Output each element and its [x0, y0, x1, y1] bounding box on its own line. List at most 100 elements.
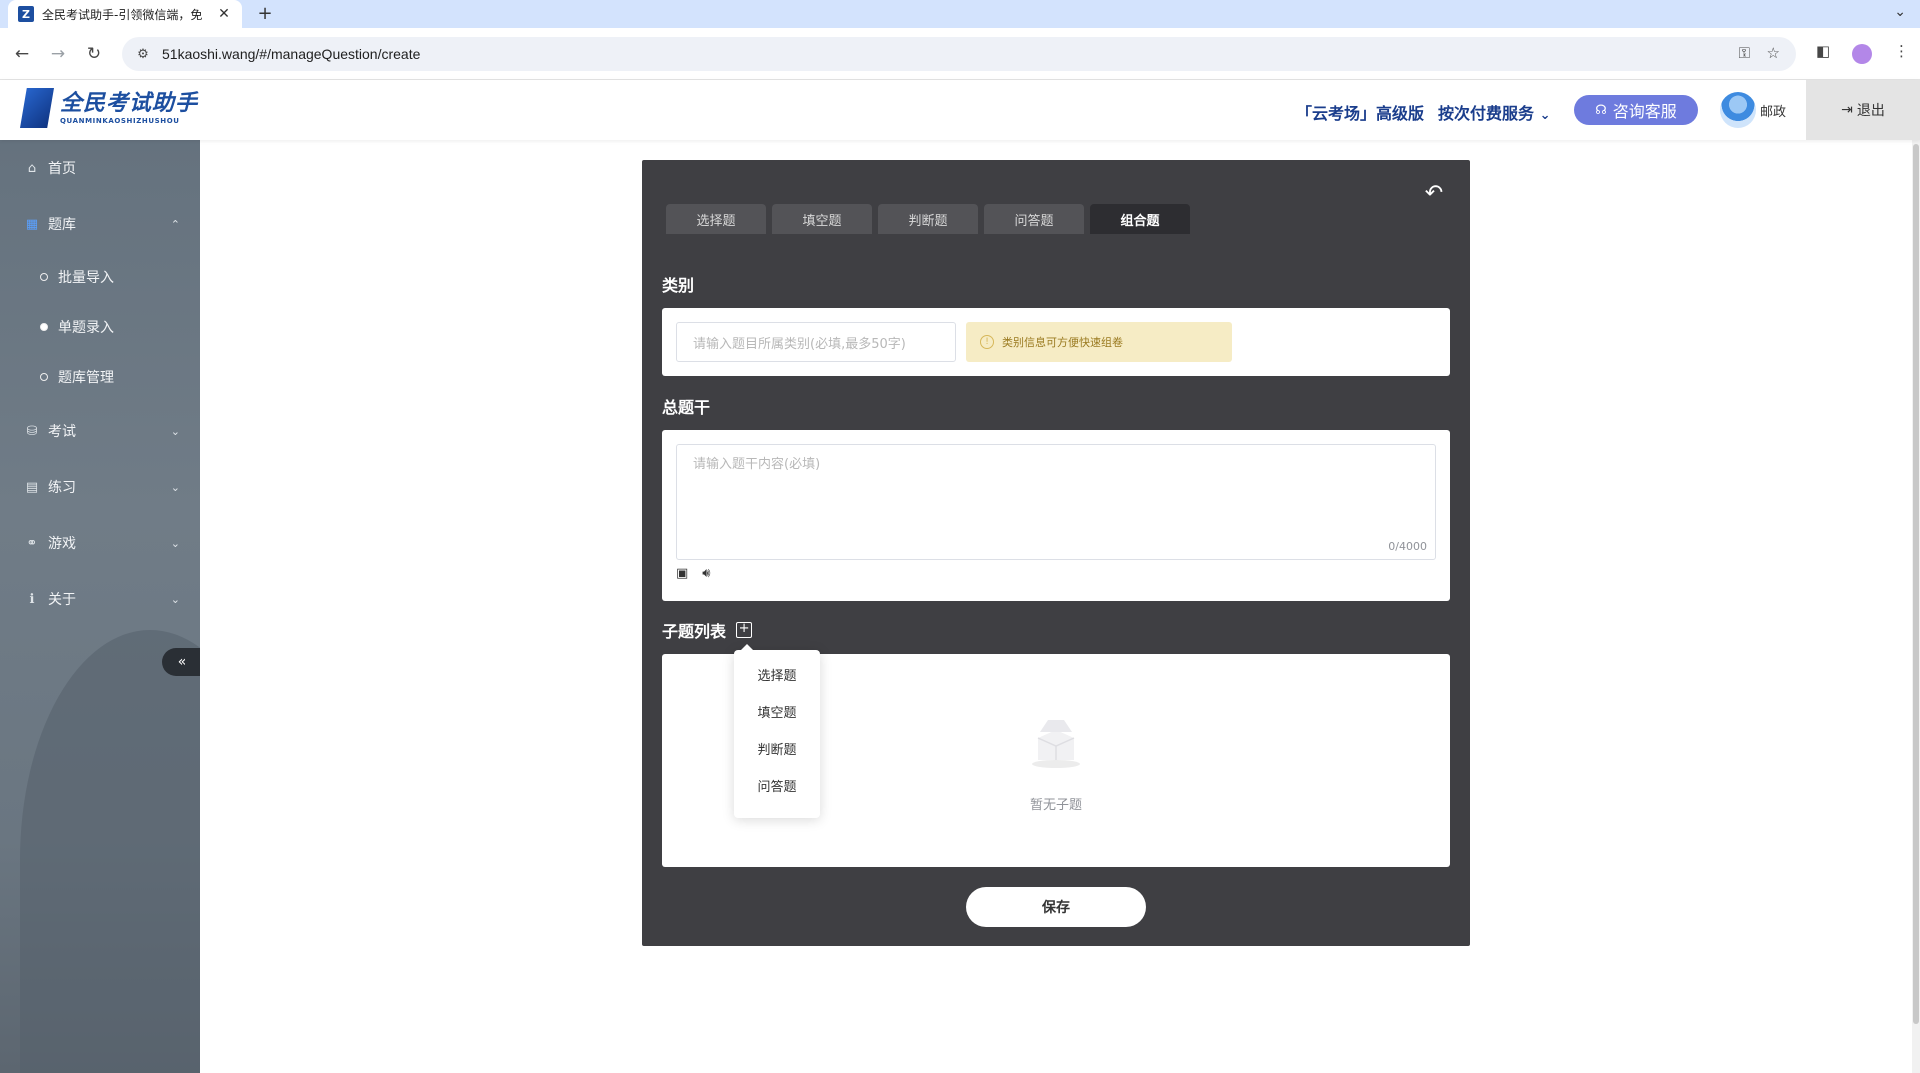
pay-service-label: 按次付费服务 [1438, 104, 1535, 123]
sidebar: ⌂ 首页 ▦ 题库 ⌃ 批量导入 单题录入 题库管理 ⛁ 考试 ⌄ ▤ 练习 ⌄… [0, 140, 200, 1073]
menu-item-fill-blank[interactable]: 填空题 [734, 693, 820, 730]
tab-fill-blank[interactable]: 填空题 [772, 204, 872, 234]
sidebar-collapse-button[interactable]: « [162, 648, 200, 676]
bookmark-star-icon[interactable]: ☆ [1767, 44, 1780, 62]
gamepad-icon: ⚭ [26, 535, 38, 551]
url-text[interactable]: 51kaoshi.wang/#/manageQuestion/create [162, 46, 420, 62]
sidebar-subitem-bank-manage[interactable]: 题库管理 [0, 359, 200, 395]
menu-item-choice[interactable]: 选择题 [734, 656, 820, 693]
back-icon[interactable]: ← [10, 42, 34, 66]
category-card: 请输入题目所属类别(必填,最多50字) ! 类别信息可方便快速组卷 [662, 308, 1450, 376]
sidebar-item-practice[interactable]: ▤ 练习 ⌄ [0, 467, 200, 507]
book-icon: ▤ [25, 479, 39, 495]
sidebar-item-question-bank[interactable]: ▦ 题库 ⌃ [0, 204, 200, 244]
chevron-down-icon: ⌄ [170, 536, 180, 550]
stem-title: 总题干 [662, 398, 711, 417]
empty-box-icon [1032, 720, 1080, 768]
sidebar-subitem-label: 批量导入 [58, 270, 114, 286]
sidebar-item-label: 考试 [48, 424, 76, 440]
sidebar-item-exam[interactable]: ⛁ 考试 ⌄ [0, 411, 200, 451]
logout-icon: ⇥ [1841, 102, 1853, 118]
sidebar-item-label: 首页 [48, 161, 76, 177]
mountain-background [20, 630, 200, 1073]
password-key-icon[interactable]: ⚿ [1739, 44, 1750, 62]
sidebar-item-label: 题库 [48, 217, 76, 233]
logo-subtitle: QUANMINKAOSHIZHUSHOU [60, 117, 180, 125]
logo-title: 全民考试助手 [60, 91, 199, 116]
browser-menu-icon[interactable]: ⋮ [1894, 42, 1909, 60]
headset-icon: ☊ [1595, 102, 1607, 118]
reload-icon[interactable]: ↻ [82, 42, 106, 66]
category-tip: ! 类别信息可方便快速组卷 [966, 322, 1232, 362]
browser-tab-title: 全民考试助手-引领微信端，免 [42, 7, 203, 22]
page-scrollbar[interactable] [1912, 140, 1920, 1073]
question-type-tabs: 选择题 填空题 判断题 问答题 组合题 [666, 204, 1190, 234]
consult-service-button[interactable]: ☊ 咨询客服 [1574, 95, 1698, 125]
sidebar-item-home[interactable]: ⌂ 首页 [0, 148, 200, 188]
graduation-cap-icon: ⛁ [26, 423, 38, 439]
sub-question-header: 子题列表 + [662, 618, 753, 642]
tab-true-false[interactable]: 判断题 [878, 204, 978, 234]
app-logo[interactable]: 全民考试助手 QUANMINKAOSHIZHUSHOU [20, 88, 198, 128]
add-sub-question-menu: 选择题 填空题 判断题 问答题 [734, 644, 820, 818]
sidebar-item-label: 练习 [48, 480, 76, 496]
stem-card: 请输入题干内容(必填) 0/4000 ▣ 🔊︎ [662, 430, 1450, 601]
info-circle-icon: ! [980, 335, 994, 349]
audio-upload-icon[interactable]: 🔊︎ [702, 566, 710, 581]
app-header: 全民考试助手 QUANMINKAOSHIZHUSHOU 「云考场」高级版 按次付… [0, 80, 1920, 140]
chevron-down-icon: ⌄ [1539, 108, 1551, 123]
browser-tab[interactable]: Z 全民考试助手-引领微信端，免 ✕ [8, 0, 242, 28]
browser-tab-strip: Z 全民考试助手-引领微信端，免 ✕ + ⌄ [0, 0, 1920, 28]
user-name[interactable]: 邮政 [1760, 101, 1786, 120]
close-tab-icon[interactable]: ✕ [216, 6, 232, 22]
sidebar-subitem-label: 题库管理 [58, 370, 114, 386]
tab-search-icon[interactable]: ⌄ [1894, 4, 1906, 20]
menu-item-true-false[interactable]: 判断题 [734, 730, 820, 767]
image-upload-icon[interactable]: ▣ [676, 566, 688, 581]
question-editor-panel: ↶ 选择题 填空题 判断题 问答题 组合题 类别 请输入题目所属类别(必填,最多… [642, 160, 1470, 946]
save-button[interactable]: 保存 [966, 887, 1146, 927]
chevron-up-icon: ⌃ [170, 217, 180, 231]
side-panel-icon[interactable]: ◧ [1816, 42, 1830, 60]
browser-toolbar: ← → ↻ ⚙ 51kaoshi.wang/#/manageQuestion/c… [0, 28, 1920, 80]
tab-combined[interactable]: 组合题 [1090, 204, 1190, 234]
site-favicon-icon: Z [18, 6, 34, 22]
home-icon: ⌂ [27, 160, 37, 176]
sub-question-title: 子题列表 [662, 622, 727, 641]
sidebar-item-game[interactable]: ⚭ 游戏 ⌄ [0, 523, 200, 563]
logo-mark-icon [20, 88, 54, 128]
tab-essay[interactable]: 问答题 [984, 204, 1084, 234]
chevron-down-icon: ⌄ [170, 480, 180, 494]
new-tab-button[interactable]: + [254, 3, 276, 25]
stem-textarea[interactable]: 请输入题干内容(必填) 0/4000 [676, 444, 1436, 560]
category-tip-text: 类别信息可方便快速组卷 [1002, 336, 1123, 349]
sidebar-subitem-single-entry[interactable]: 单题录入 [0, 309, 200, 345]
stem-toolbar: ▣ 🔊︎ [676, 566, 711, 581]
logout-button[interactable]: ⇥ 退出 [1806, 80, 1920, 140]
pay-service-menu[interactable]: 按次付费服务 ⌄ [1438, 100, 1551, 124]
bullet-icon [40, 323, 48, 331]
user-avatar[interactable] [1720, 92, 1756, 128]
scrollbar-thumb[interactable] [1913, 144, 1919, 1024]
category-input[interactable]: 请输入题目所属类别(必填,最多50字) [676, 322, 956, 362]
cloud-exam-link[interactable]: 「云考场」高级版 [1296, 100, 1424, 124]
sidebar-subitem-batch-import[interactable]: 批量导入 [0, 259, 200, 295]
category-title: 类别 [662, 276, 695, 295]
bullet-icon [40, 373, 48, 381]
stem-char-counter: 0/4000 [1388, 540, 1427, 553]
logout-label: 退出 [1856, 103, 1885, 119]
site-info-icon[interactable]: ⚙ [130, 47, 156, 62]
address-bar[interactable]: ⚙ 51kaoshi.wang/#/manageQuestion/create … [122, 37, 1796, 71]
forward-icon[interactable]: → [46, 42, 70, 66]
tab-choice[interactable]: 选择题 [666, 204, 766, 234]
info-icon: ℹ [29, 591, 35, 607]
back-return-icon[interactable]: ↶ [1422, 182, 1446, 206]
add-sub-question-icon[interactable]: + [736, 622, 753, 638]
sidebar-item-about[interactable]: ℹ 关于 ⌄ [0, 579, 200, 619]
profile-avatar-icon[interactable] [1852, 44, 1872, 64]
grid-icon: ▦ [25, 216, 39, 232]
chevron-down-icon: ⌄ [170, 592, 180, 606]
sidebar-item-label: 游戏 [48, 536, 76, 552]
sidebar-subitem-label: 单题录入 [58, 320, 114, 336]
menu-item-essay[interactable]: 问答题 [734, 767, 820, 804]
